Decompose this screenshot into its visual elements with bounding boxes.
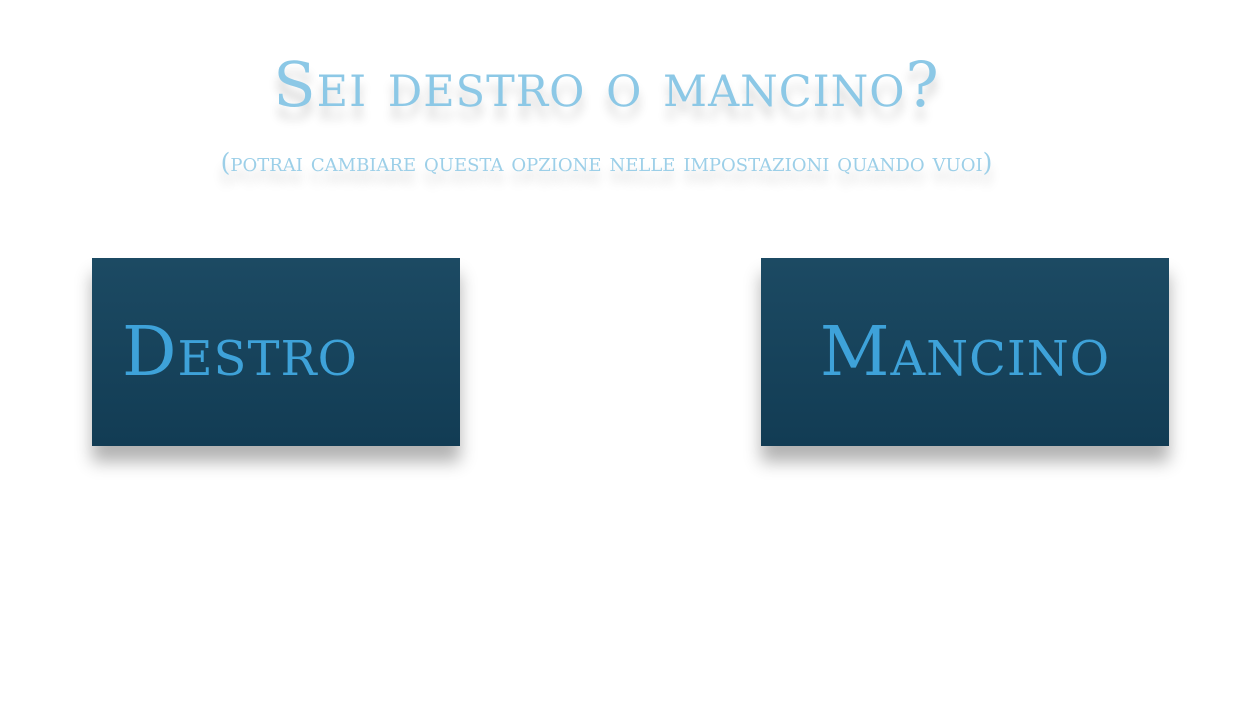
left-handed-button[interactable]: Mancino	[761, 258, 1169, 446]
left-handed-button-label: Mancino	[819, 312, 1111, 392]
page-subtitle: (potrai cambiare questa opzione nelle im…	[220, 148, 993, 177]
right-handed-button-label: Destro	[122, 312, 358, 392]
right-handed-button[interactable]: Destro	[92, 258, 460, 446]
page-title: Sei destro o mancino?	[273, 48, 940, 121]
